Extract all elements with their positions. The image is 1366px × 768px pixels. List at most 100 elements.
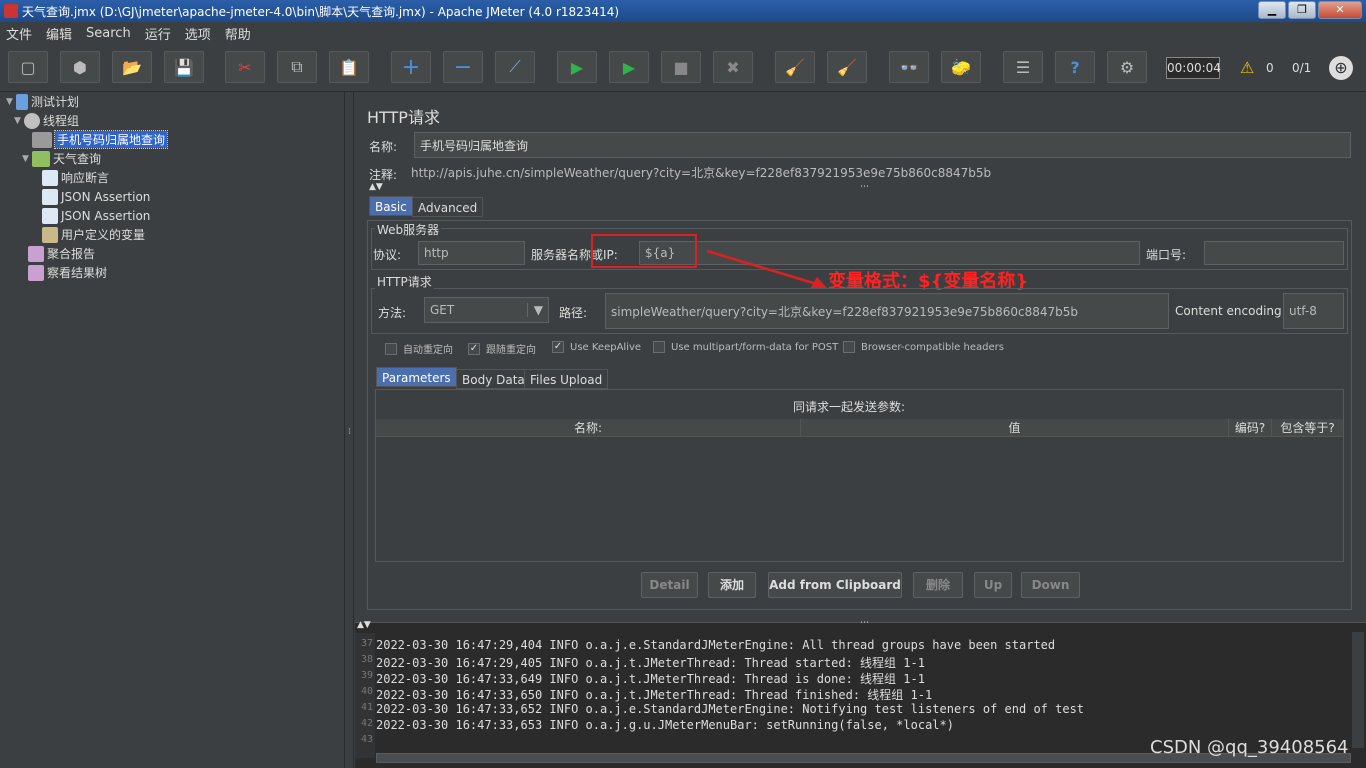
tree-node-thread-group[interactable]: ▼ 线程组 — [14, 111, 79, 130]
encoding-label: Content encoding: — [1175, 304, 1286, 318]
tree-node-response-assertion[interactable]: 响应断言 — [32, 168, 109, 187]
splitter-grip-icon[interactable]: ⁞ — [348, 427, 351, 437]
globe-icon[interactable]: ⊕ — [1329, 56, 1353, 80]
up-button[interactable]: Up — [974, 572, 1012, 598]
browser-headers-checkbox[interactable]: Browser-compatible headers — [843, 341, 1004, 353]
menu-file[interactable]: 文件 — [6, 24, 32, 43]
copy-icon[interactable]: ⧉ — [277, 51, 317, 83]
name-input[interactable]: 手机号码归属地查询 — [414, 132, 1351, 158]
add-button[interactable]: 添加 — [708, 572, 756, 598]
encoding-input[interactable]: utf-8 — [1283, 293, 1344, 329]
help-icon[interactable]: ? — [1055, 51, 1095, 83]
tree-node-label: 手机号码归属地查询 — [53, 130, 169, 149]
keepalive-checkbox[interactable]: ✓ Use KeepAlive — [552, 341, 641, 353]
collapse-arrows-icon[interactable]: ▲▼ — [357, 620, 371, 630]
log-line: 38 2022-03-30 16:47:29,405 INFO o.a.j.t.J… — [360, 654, 925, 670]
stop-icon[interactable]: ■ — [661, 51, 701, 83]
menu-run[interactable]: 运行 — [145, 24, 171, 43]
menu-edit[interactable]: 编辑 — [46, 24, 72, 43]
menu-search[interactable]: Search — [86, 26, 131, 41]
tab-files-upload[interactable]: Files Upload — [524, 369, 609, 389]
tree-node-json-assertion-1[interactable]: JSON Assertion — [32, 187, 150, 206]
collapse-arrow-icon[interactable]: ▼ — [22, 154, 32, 164]
toggle-icon[interactable]: ⟋ — [495, 51, 535, 83]
minimize-button[interactable]: ▁ — [1258, 1, 1286, 19]
tree-node-label: 天气查询 — [53, 152, 102, 166]
menu-options[interactable]: 选项 — [185, 24, 211, 43]
save-icon[interactable]: 💾 — [164, 51, 204, 83]
log-line: 40 2022-03-30 16:47:33,650 INFO o.a.j.t.J… — [360, 686, 933, 702]
delete-button[interactable]: 删除 — [913, 572, 963, 598]
paste-icon[interactable]: 📋 — [329, 51, 369, 83]
checkmark-icon: ✓ — [468, 342, 480, 355]
collapse-arrows-icon[interactable]: ▲▼ — [369, 182, 383, 192]
column-value[interactable]: 值 — [801, 419, 1229, 437]
divider-grip-icon[interactable]: ⋯ — [860, 182, 869, 192]
tab-advanced[interactable]: Advanced — [412, 197, 484, 217]
http-request-panel: HTTP请求 名称: 手机号码归属地查询 注释: http://apis.juh… — [355, 92, 1366, 622]
reset-search-icon[interactable]: 🧽 — [941, 51, 981, 83]
start-no-pause-icon[interactable]: ▶ — [609, 51, 649, 83]
test-plan-tree: ▼ 测试计划 ▼ 线程组 手机号码归属地查询 ▼ 天气查询 响应断言 JSON … — [0, 92, 344, 768]
auto-redirect-checkbox[interactable]: 自动重定向 — [385, 341, 453, 356]
remote-icon[interactable]: ⚙ — [1107, 51, 1147, 83]
collapse-arrow-icon[interactable]: ▼ — [6, 97, 16, 107]
follow-redirect-checkbox[interactable]: ✓ 跟随重定向 — [468, 341, 536, 356]
flask-icon — [16, 93, 28, 110]
clear-icon[interactable]: 🧹 — [775, 51, 815, 83]
wrench-icon — [42, 226, 58, 243]
function-helper-icon[interactable]: ☰ — [1003, 51, 1043, 83]
tab-body-data[interactable]: Body Data — [456, 369, 531, 389]
column-include-equals[interactable]: 包含等于? — [1272, 419, 1343, 437]
protocol-input[interactable]: http — [418, 241, 525, 265]
tree-node-label: 响应断言 — [61, 171, 110, 185]
log-line: 39 2022-03-30 16:47:33,649 INFO o.a.j.t.J… — [360, 670, 925, 686]
detail-button[interactable]: Detail — [641, 572, 698, 598]
tree-node-user-variables[interactable]: 用户定义的变量 — [32, 225, 145, 244]
path-input[interactable]: simpleWeather/query?city=北京&key=f228ef83… — [605, 293, 1169, 329]
params-caption: 同请求一起发送参数: — [793, 400, 906, 414]
chevron-down-icon[interactable]: ▼ — [526, 303, 543, 317]
warning-icon[interactable]: ⚠ — [1240, 58, 1254, 77]
divider-grip-icon[interactable]: ⋯ — [860, 618, 869, 628]
method-select[interactable]: GET ▼ — [424, 297, 549, 323]
column-name[interactable]: 名称: — [376, 419, 801, 437]
search-icon[interactable]: 👓 — [889, 51, 929, 83]
expand-icon[interactable]: + — [391, 51, 431, 83]
collapse-icon[interactable]: − — [443, 51, 483, 83]
open-icon[interactable]: 📂 — [112, 51, 152, 83]
comment-input[interactable]: http://apis.juhe.cn/simpleWeather/query?… — [406, 162, 1351, 182]
down-button[interactable]: Down — [1021, 572, 1080, 598]
tab-basic[interactable]: Basic — [369, 196, 413, 216]
gear-icon — [24, 112, 40, 129]
tree-node-label: JSON Assertion — [61, 189, 151, 204]
maximize-button[interactable]: ❐ — [1288, 1, 1316, 19]
tree-node-json-assertion-2[interactable]: JSON Assertion — [32, 206, 150, 225]
add-from-clipboard-button[interactable]: Add from Clipboard — [768, 572, 902, 598]
new-icon[interactable]: ▢ — [8, 51, 48, 83]
tree-node-label: 线程组 — [43, 114, 80, 128]
templates-icon[interactable]: ⬢ — [60, 51, 100, 83]
collapse-arrow-icon[interactable]: ▼ — [14, 116, 24, 126]
port-input[interactable] — [1204, 241, 1344, 265]
close-button[interactable]: ✕ — [1318, 1, 1362, 19]
clear-all-icon[interactable]: 🧹 — [827, 51, 867, 83]
tree-node-aggregate-report[interactable]: 聚合报告 — [18, 244, 95, 263]
tree-node-test-plan[interactable]: ▼ 测试计划 — [6, 92, 79, 111]
start-icon[interactable]: ▶ — [557, 51, 597, 83]
cut-icon[interactable]: ✂ — [225, 51, 265, 83]
tree-node-phone-query[interactable]: 手机号码归属地查询 — [22, 130, 169, 149]
assertion-icon — [42, 169, 58, 186]
column-encode[interactable]: 编码? — [1229, 419, 1272, 437]
tree-node-results-tree[interactable]: 察看结果树 — [18, 263, 107, 282]
method-value: GET — [430, 303, 455, 317]
vertical-splitter[interactable]: ⁞ — [344, 92, 354, 768]
tab-parameters[interactable]: Parameters — [376, 367, 457, 387]
title-bar: 天气查询.jmx (D:\GJ\jmeter\apache-jmeter-4.0… — [0, 0, 1366, 22]
tree-node-label: 测试计划 — [31, 95, 80, 109]
log-vertical-scrollbar[interactable] — [1352, 632, 1364, 748]
multipart-checkbox[interactable]: Use multipart/form-data for POST — [653, 341, 838, 353]
shutdown-icon[interactable]: ✖ — [713, 51, 753, 83]
tree-node-weather-query[interactable]: ▼ 天气查询 — [22, 149, 101, 168]
menu-help[interactable]: 帮助 — [225, 24, 251, 43]
